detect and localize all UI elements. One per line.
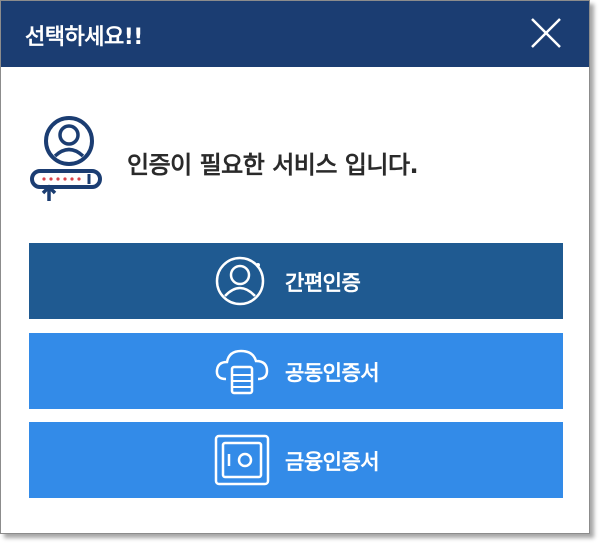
safe-icon bbox=[214, 434, 270, 486]
user-circle-icon bbox=[214, 255, 270, 307]
financial-certificate-button[interactable]: 금융인증서 bbox=[29, 422, 563, 498]
joint-certificate-button[interactable]: 공동인증서 bbox=[29, 333, 563, 409]
simple-auth-button[interactable]: 간편인증 bbox=[29, 243, 563, 319]
dialog-title: 선택하세요!! bbox=[25, 25, 143, 50]
close-icon[interactable] bbox=[528, 15, 564, 51]
info-message: 인증이 필요한 서비스 입니다. bbox=[127, 151, 419, 179]
dialog-header: 선택하세요!! bbox=[1, 1, 589, 67]
joint-certificate-label: 공동인증서 bbox=[285, 361, 380, 385]
user-password-icon bbox=[29, 113, 103, 213]
cloud-server-icon bbox=[214, 345, 270, 397]
simple-auth-label: 간편인증 bbox=[285, 271, 361, 295]
auth-select-dialog: 선택하세요!! 인증이 필요한 서비스 입니다. 간편인증 공동인증서 금융인증… bbox=[0, 0, 590, 534]
financial-certificate-label: 금융인증서 bbox=[285, 450, 380, 474]
